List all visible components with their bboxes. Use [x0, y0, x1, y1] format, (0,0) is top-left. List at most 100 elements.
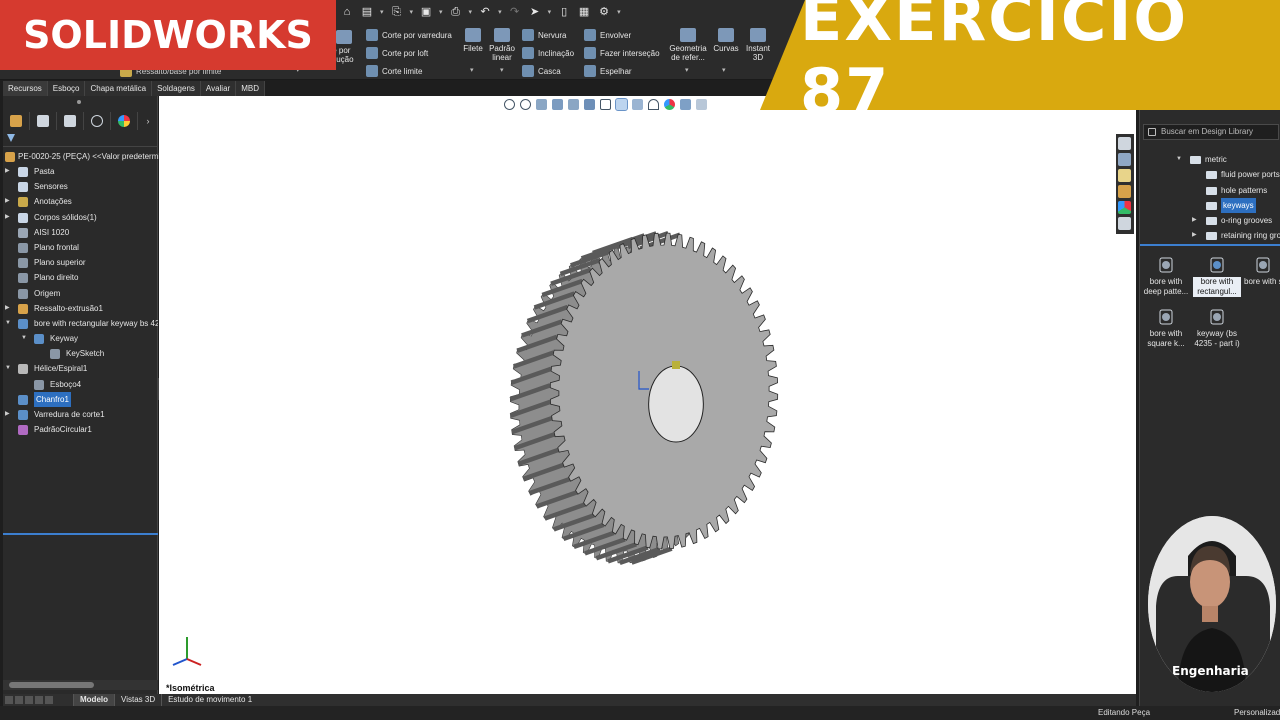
chevron-down-icon[interactable]: ▾	[380, 8, 384, 16]
view-settings-icon[interactable]	[696, 98, 707, 110]
tree-node[interactable]: ▶ Corpos sólidos(1)	[3, 210, 158, 225]
tree-node[interactable]: ▼ Hélice/Espiral1	[3, 361, 158, 376]
redo-icon[interactable]: ↷	[508, 5, 522, 19]
view-orientation-icon[interactable]	[584, 98, 595, 110]
print-icon[interactable]: ⎙	[449, 5, 463, 19]
new-document-icon[interactable]: ▤	[360, 5, 374, 19]
expand-toggle-icon[interactable]: ▶	[1192, 228, 1197, 243]
expand-toggle-icon[interactable]: ▼	[5, 361, 13, 376]
mirror-button[interactable]: Espelhar	[584, 62, 660, 80]
tab-soldagens[interactable]: Soldagens	[152, 81, 201, 96]
tree-node[interactable]: Plano superior	[3, 255, 158, 270]
tree-node[interactable]: ▼ Keyway	[3, 331, 158, 346]
expand-toggle-icon[interactable]: ▶	[5, 301, 13, 316]
library-folder[interactable]: ▶ o-ring grooves	[1140, 213, 1280, 228]
tab-modelo[interactable]: Modelo	[73, 694, 114, 706]
section-view-icon[interactable]	[552, 98, 563, 110]
edit-appearance-icon[interactable]	[664, 98, 675, 110]
scrollbar-thumb[interactable]	[9, 682, 94, 688]
chevron-down-icon[interactable]: ▾	[722, 66, 726, 74]
tree-node[interactable]: ▶ Pasta	[3, 164, 158, 179]
wireframe-icon[interactable]	[600, 98, 611, 110]
expand-toggle-icon[interactable]: ▼	[5, 316, 13, 331]
library-item[interactable]: bore with deep patte...	[1142, 256, 1190, 297]
swept-cut-button[interactable]: Corte por varredura	[366, 26, 452, 44]
linear-pattern-button[interactable]: Padrão linear	[484, 28, 520, 62]
pane-splitter[interactable]	[1140, 244, 1280, 246]
chevron-down-icon[interactable]: ▾	[439, 8, 443, 16]
file-properties-icon[interactable]: ▦	[577, 5, 591, 19]
intersect-button[interactable]: Fazer interseção	[584, 44, 660, 62]
rollback-bar[interactable]	[3, 533, 158, 535]
expand-toggle-icon[interactable]: ▼	[1176, 152, 1182, 167]
chevron-down-icon[interactable]: ▾	[498, 8, 502, 16]
library-folder[interactable]: keyways	[1140, 197, 1280, 213]
design-library-icon[interactable]	[1118, 153, 1131, 166]
library-item[interactable]: bore with rectangul...	[1193, 256, 1241, 297]
library-folder[interactable]: fluid power ports	[1140, 167, 1280, 182]
status-units[interactable]: Personalizado	[1234, 708, 1280, 717]
tree-node[interactable]: Plano frontal	[3, 240, 158, 255]
tree-node[interactable]: ▶ Ressalto-extrusão1	[3, 301, 158, 316]
tab-esboco[interactable]: Esboço	[47, 81, 86, 96]
undo-icon[interactable]: ↶	[478, 5, 492, 19]
first-tab-icon[interactable]	[5, 696, 13, 704]
tree-node[interactable]: ▼ bore with rectangular keyway bs 4235 - …	[3, 316, 158, 331]
property-manager-tab[interactable]	[30, 112, 57, 130]
expand-toggle-icon[interactable]: ▼	[21, 331, 29, 346]
custom-properties-icon[interactable]	[1118, 217, 1131, 230]
traffic-light-icon[interactable]: ▯	[557, 5, 571, 19]
tree-node[interactable]: PadrãoCircular1	[3, 422, 158, 437]
reference-geometry-button[interactable]: Geometria de refer...	[668, 28, 708, 62]
tab-vistas-3d[interactable]: Vistas 3D	[114, 694, 161, 706]
view-palette-icon[interactable]	[1118, 185, 1131, 198]
chevron-down-icon[interactable]: ▾	[470, 66, 474, 74]
wrap-button[interactable]: Envolver	[584, 26, 660, 44]
tab-chapa-metalica[interactable]: Chapa metálica	[85, 81, 153, 96]
tree-node[interactable]: KeySketch	[3, 346, 158, 361]
feature-manager-tab[interactable]	[3, 112, 30, 130]
library-folder[interactable]: ▶ retaining ring grooves	[1140, 228, 1280, 243]
tree-node[interactable]: Origem	[3, 286, 158, 301]
home-icon[interactable]: ⌂	[340, 5, 354, 19]
home-icon[interactable]	[1118, 137, 1131, 150]
tree-node[interactable]: Chanfro1	[3, 391, 158, 407]
save-icon[interactable]: ▣	[419, 5, 433, 19]
chevron-down-icon[interactable]: ▾	[469, 8, 473, 16]
previous-view-icon[interactable]	[536, 98, 547, 110]
tree-node[interactable]: ▶ Anotações	[3, 194, 158, 209]
tab-recursos[interactable]: Recursos	[3, 81, 48, 96]
file-explorer-icon[interactable]	[1118, 169, 1131, 182]
appearances-icon[interactable]	[1118, 201, 1131, 214]
options-gear-icon[interactable]: ⚙	[597, 5, 611, 19]
expand-toggle-icon[interactable]: ▶	[5, 210, 13, 225]
chevron-down-icon[interactable]: ▾	[548, 8, 552, 16]
chevron-down-icon[interactable]: ▾	[500, 66, 504, 74]
expand-toggle-icon[interactable]: ▶	[1192, 213, 1197, 228]
select-arrow-icon[interactable]: ➤	[528, 5, 542, 19]
panel-grip-icon[interactable]	[77, 100, 81, 104]
display-manager-tab[interactable]	[111, 112, 138, 130]
previous-tab-icon[interactable]	[15, 696, 23, 704]
shaded-display-icon[interactable]	[615, 97, 628, 111]
open-icon[interactable]: ⎘	[390, 5, 404, 19]
tab-avaliar[interactable]: Avaliar	[200, 81, 237, 96]
draft-button[interactable]: Inclinação	[522, 44, 574, 62]
gear-model[interactable]	[459, 186, 839, 606]
shell-button[interactable]: Casca	[522, 62, 574, 80]
expand-toggle-icon[interactable]: ▶	[5, 164, 13, 179]
library-folder[interactable]: ▼ metric	[1140, 152, 1280, 167]
apply-scene-icon[interactable]	[680, 98, 691, 110]
zoom-to-area-icon[interactable]	[520, 98, 531, 110]
dimxpert-manager-tab[interactable]	[84, 112, 111, 130]
last-tab-icon[interactable]	[35, 696, 43, 704]
instant3d-button[interactable]: Instant 3D	[740, 28, 776, 62]
zoom-to-fit-icon[interactable]	[504, 98, 515, 110]
expand-toggle-icon[interactable]: ▶	[5, 194, 13, 209]
horizontal-scrollbar[interactable]	[3, 680, 158, 690]
chevron-down-icon[interactable]: ▾	[410, 8, 414, 16]
hidden-lines-icon[interactable]	[632, 98, 643, 110]
tab-options-icon[interactable]	[45, 696, 53, 704]
tab-mbd[interactable]: MBD	[236, 81, 265, 96]
hide-show-items-icon[interactable]	[648, 98, 659, 110]
